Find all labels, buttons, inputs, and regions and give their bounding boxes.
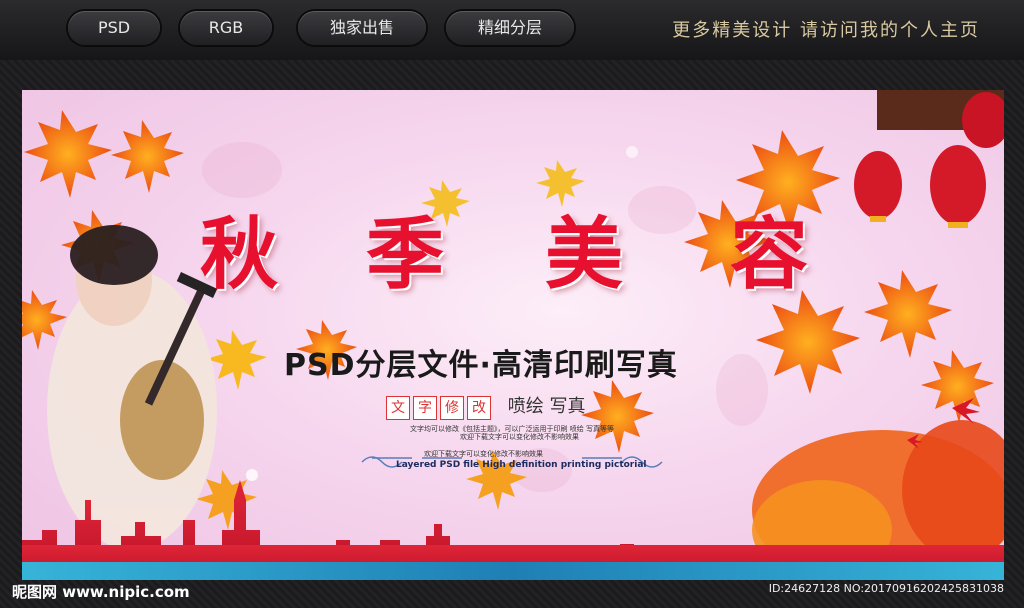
nipic-watermark[interactable]: 昵图网 www.nipic.com (12, 581, 190, 602)
poster-subtitle: PSD分层文件·高清印刷写真 (284, 348, 678, 383)
english-subtitle: Layered PSD file High definition printin… (396, 460, 647, 470)
exclusive-sale-button[interactable]: 独家出售 (298, 11, 426, 45)
rgb-tag-button[interactable]: RGB (180, 11, 272, 45)
edit-char-box: 修 (440, 396, 464, 420)
note-line-2: 欢迎下载文字可以变化修改不影响效果 (460, 433, 579, 441)
poster-tagline: 文字修改 喷绘 写真 (386, 392, 585, 420)
edit-char-box: 文 (386, 396, 410, 420)
tagline-text: 喷绘 写真 (507, 396, 586, 417)
lute-player-figure (47, 225, 218, 550)
title-char-beauty: 美 (545, 210, 624, 300)
psd-tag-button[interactable]: PSD (68, 11, 160, 45)
poster-decoration (22, 90, 1004, 580)
note-line-3: 欢迎下载文字可以变化修改不影响效果 (424, 450, 543, 458)
poster-canvas (22, 90, 1004, 580)
fine-layers-button[interactable]: 精细分层 (446, 11, 574, 45)
red-lanterns (854, 90, 1004, 228)
edit-char-box: 字 (413, 396, 437, 420)
title-char-appearance: 容 (730, 210, 809, 300)
homepage-slogan[interactable]: 更多精美设计 请访问我的个人主页 (672, 16, 980, 42)
title-char-season: 季 (366, 210, 445, 300)
edit-char-box: 改 (467, 396, 491, 420)
title-char-autumn: 秋 (200, 210, 279, 300)
poster-bottom-band (22, 562, 1004, 580)
image-id-text: ID:24627128 NO:20170916202425831038 (768, 582, 1004, 595)
top-toolbar: PSD RGB 独家出售 精细分层 更多精美设计 请访问我的个人主页 (0, 0, 1024, 60)
